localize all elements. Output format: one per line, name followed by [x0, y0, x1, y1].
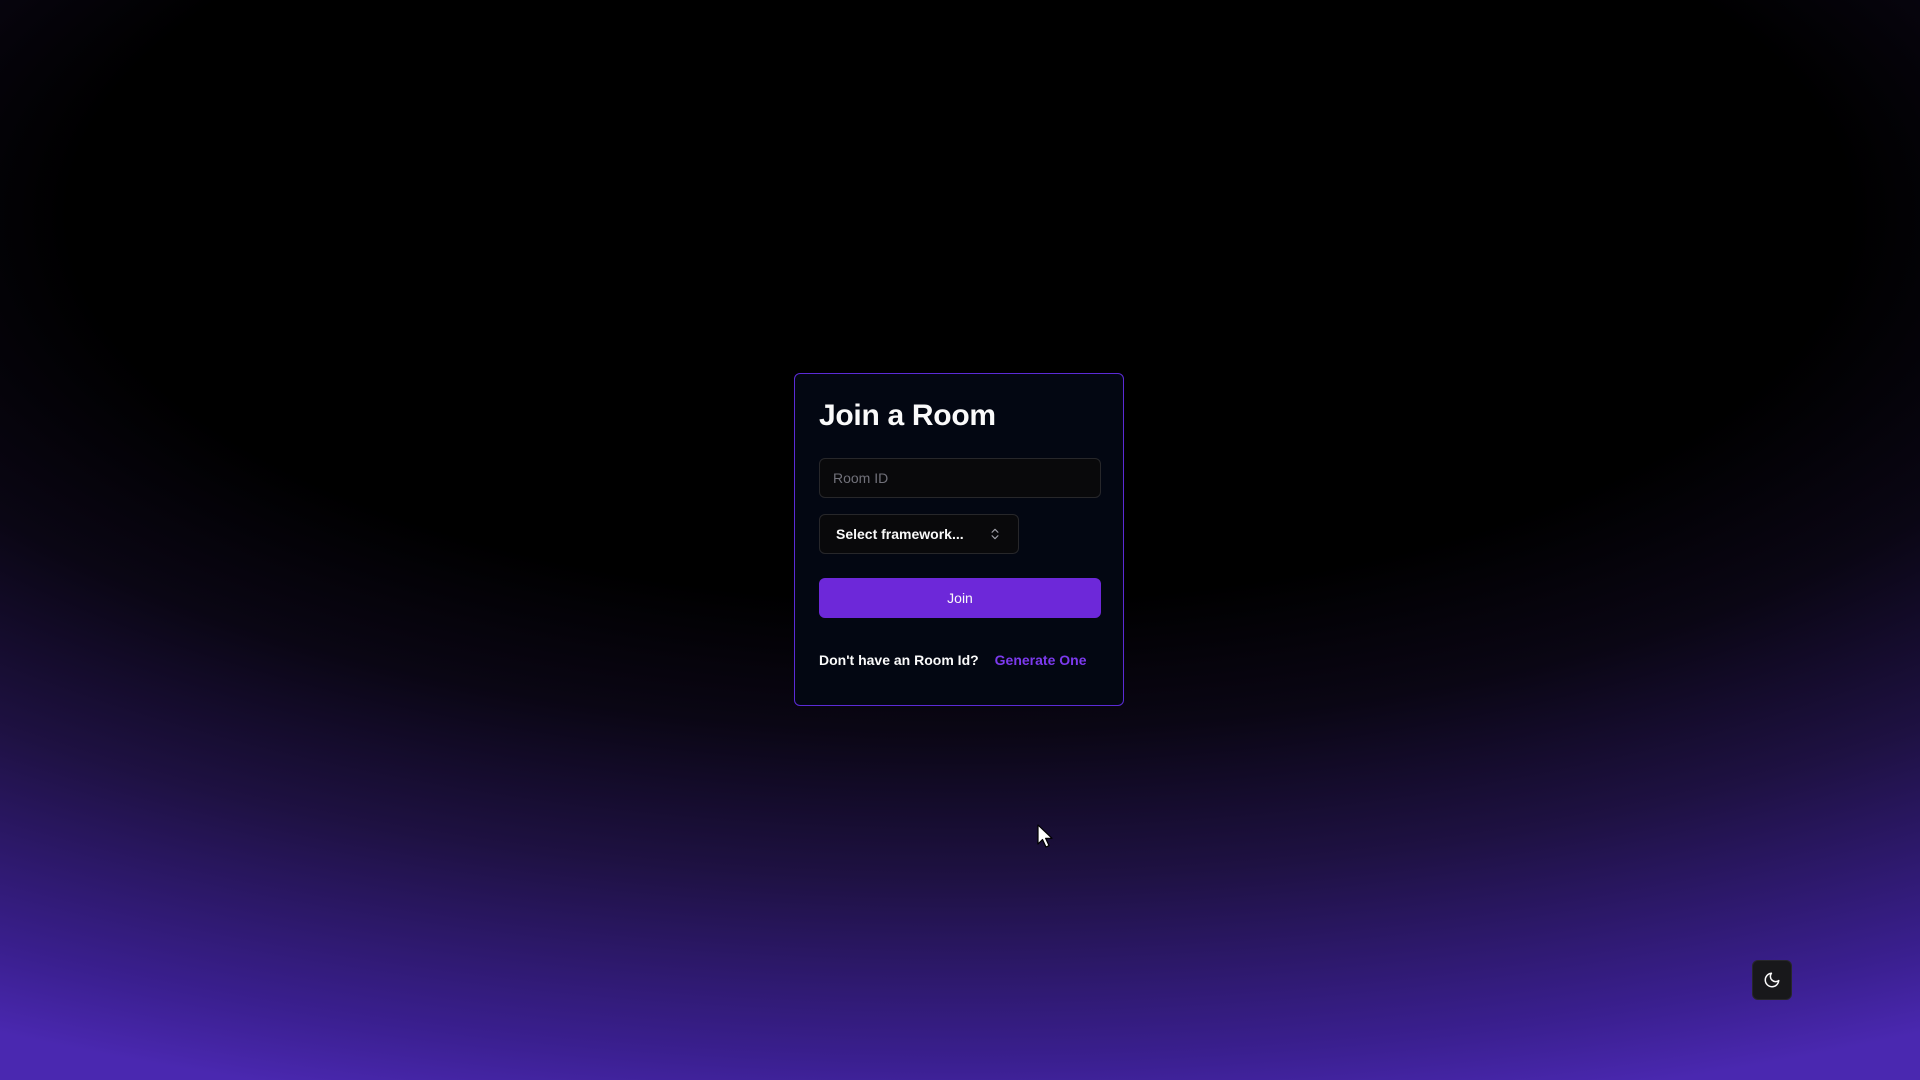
generate-room-footer: Don't have an Room Id? Generate One [819, 652, 1099, 668]
join-button[interactable]: Join [819, 578, 1101, 618]
generate-one-link[interactable]: Generate One [995, 652, 1087, 668]
chevrons-up-down-icon [988, 527, 1002, 541]
mouse-cursor-icon [1037, 824, 1055, 848]
moon-icon [1763, 971, 1781, 989]
theme-toggle-button[interactable] [1752, 960, 1792, 1000]
framework-select[interactable]: Select framework... [819, 514, 1019, 554]
page-title: Join a Room [819, 399, 996, 432]
no-room-id-text: Don't have an Room Id? [819, 652, 979, 668]
room-id-input[interactable] [819, 458, 1101, 498]
framework-select-label: Select framework... [836, 526, 964, 542]
join-room-card: Join a Room Select framework... Join Don… [794, 373, 1124, 706]
